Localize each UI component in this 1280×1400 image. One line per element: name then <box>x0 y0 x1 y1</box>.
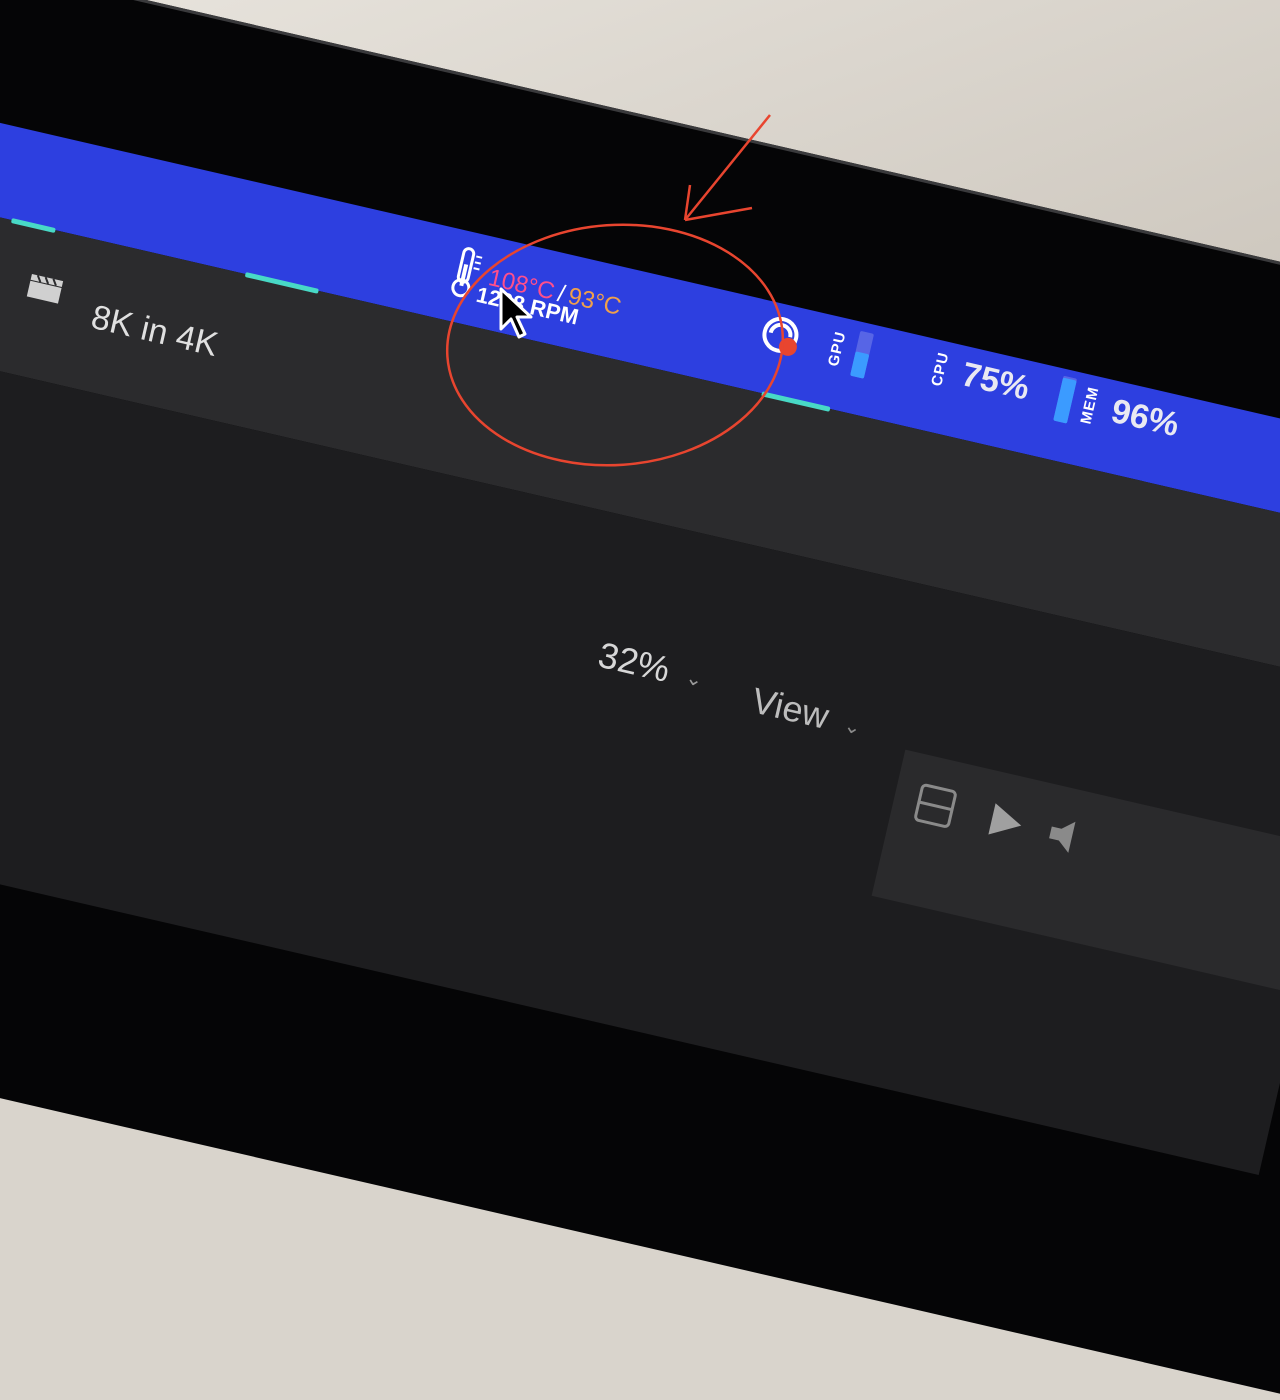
play-icon <box>988 803 1022 835</box>
memory-label: MEM <box>1077 384 1103 426</box>
mouse-pointer-icon <box>499 287 533 339</box>
film-strip-icon <box>914 783 957 828</box>
volume-icon <box>1049 821 1076 853</box>
